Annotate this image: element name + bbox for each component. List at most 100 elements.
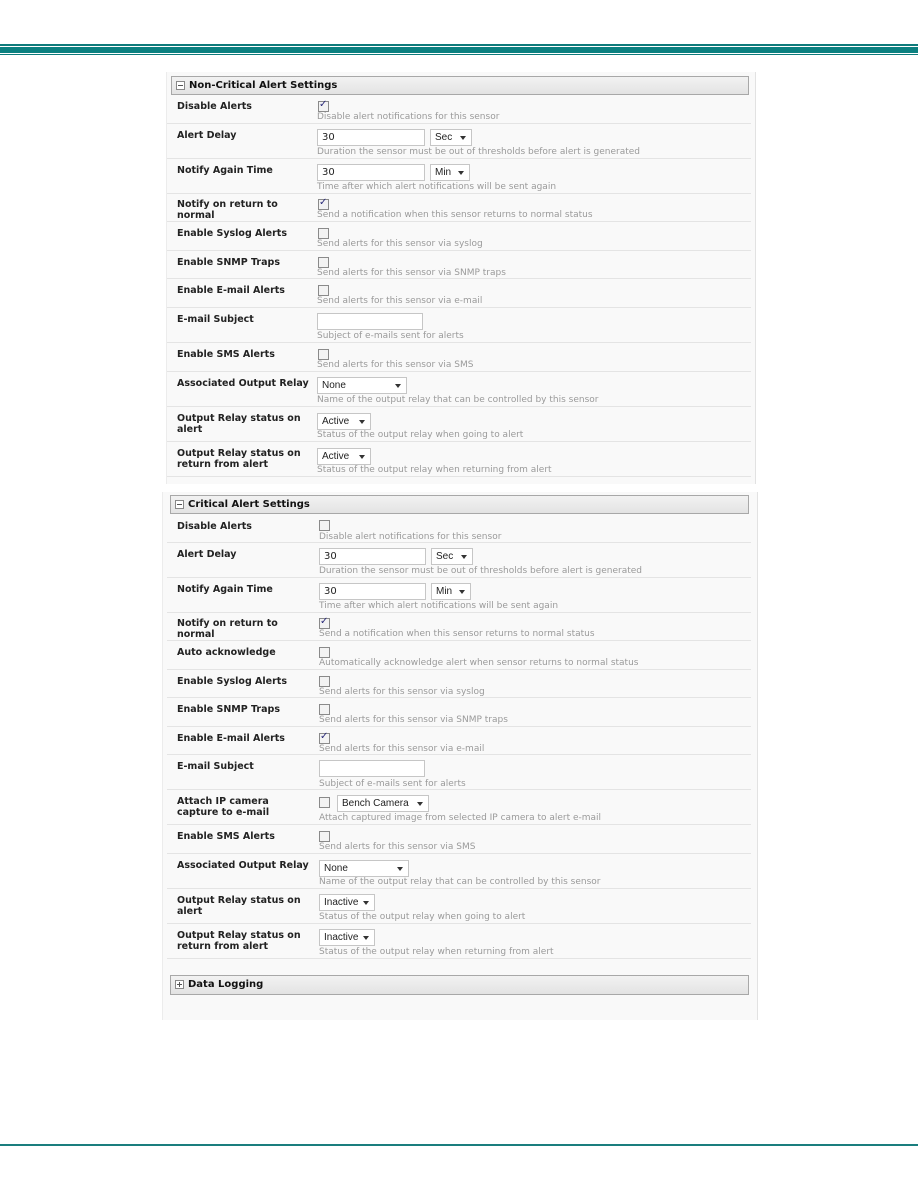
row-help: Send alerts for this sensor via SMS <box>317 360 474 370</box>
section-title: Data Logging <box>188 979 264 990</box>
select-value: None <box>324 863 348 874</box>
data-logging-section-header[interactable]: Data Logging <box>170 975 749 995</box>
email-subject-input[interactable] <box>317 313 423 330</box>
select-value: Active <box>322 451 350 462</box>
row-alert-delay: Alert Delay 30 Sec Duration the sensor m… <box>167 124 751 159</box>
notify-return-checkbox[interactable] <box>319 616 330 629</box>
notify-return-checkbox[interactable] <box>318 197 329 210</box>
output-relay-select[interactable]: None <box>317 377 407 394</box>
row-help: Send alerts for this sensor via SMS <box>319 842 476 852</box>
row-relay-on-return: Output Relay status on return from alert… <box>167 924 751 959</box>
chevron-down-icon <box>460 136 466 140</box>
notify-again-input[interactable]: 30 <box>319 583 426 600</box>
snmp-checkbox[interactable] <box>319 704 330 715</box>
row-label: Notify Again Time <box>177 165 273 176</box>
row-label: Associated Output Relay <box>177 860 309 871</box>
row-label: Notify Again Time <box>177 584 273 595</box>
row-help: Time after which alert notifications wil… <box>317 182 557 192</box>
row-help: Subject of e-mails sent for alerts <box>319 779 466 789</box>
noncritical-section-header[interactable]: Non-Critical Alert Settings <box>171 76 749 95</box>
row-output-relay: Associated Output Relay None Name of the… <box>167 372 751 407</box>
row-help: Disable alert notifications for this sen… <box>317 112 500 122</box>
camera-select[interactable]: Bench Camera <box>337 795 429 812</box>
row-help: Automatically acknowledge alert when sen… <box>319 658 639 668</box>
row-label: Enable E-mail Alerts <box>177 733 285 744</box>
email-subject-input[interactable] <box>319 760 425 777</box>
row-disable-alerts: Disable Alerts Disable alert notificatio… <box>167 95 751 124</box>
row-email-alerts: Enable E-mail Alerts Send alerts for thi… <box>167 279 751 308</box>
relay-on-return-select[interactable]: Active <box>317 448 371 465</box>
row-attach-camera: Attach IP camera capture to e-mail Bench… <box>167 790 751 825</box>
row-email-subject: E-mail Subject Subject of e-mails sent f… <box>167 755 751 790</box>
alert-delay-unit-select[interactable]: Sec <box>431 548 473 565</box>
chevron-down-icon <box>395 384 401 388</box>
row-notify-again: Notify Again Time 30 Min Time after whic… <box>167 578 751 613</box>
row-label: Output Relay status on alert <box>177 413 301 435</box>
select-value: Inactive <box>324 932 359 943</box>
row-help: Send alerts for this sensor via SNMP tra… <box>319 715 508 725</box>
row-label: Enable Syslog Alerts <box>177 228 287 239</box>
row-help: Duration the sensor must be out of thres… <box>319 566 643 576</box>
auto-acknowledge-checkbox[interactable] <box>319 647 330 658</box>
row-help: Name of the output relay that can be con… <box>319 877 601 887</box>
row-output-relay: Associated Output Relay None Name of the… <box>167 854 751 889</box>
row-snmp: Enable SNMP Traps Send alerts for this s… <box>167 251 751 279</box>
expand-icon[interactable] <box>175 980 184 989</box>
row-help: Send alerts for this sensor via e-mail <box>317 296 483 306</box>
relay-on-alert-select[interactable]: Inactive <box>319 894 375 911</box>
attach-camera-checkbox[interactable] <box>319 797 330 808</box>
header-rule <box>0 44 918 55</box>
row-label: Attach IP camera capture to e-mail <box>177 796 270 818</box>
row-label: Enable SNMP Traps <box>177 704 280 715</box>
noncritical-panel: Non-Critical Alert Settings Disable Aler… <box>166 72 756 484</box>
footer-rule <box>0 1144 918 1146</box>
notify-again-input[interactable]: 30 <box>317 164 425 181</box>
row-snmp: Enable SNMP Traps Send alerts for this s… <box>167 698 751 727</box>
row-label: Enable SNMP Traps <box>177 257 280 268</box>
row-label: Disable Alerts <box>177 521 252 532</box>
row-label: Enable Syslog Alerts <box>177 676 287 687</box>
row-email-subject: E-mail Subject Subject of e-mails sent f… <box>167 308 751 343</box>
row-label: E-mail Subject <box>177 314 254 325</box>
row-alert-delay: Alert Delay 30 Sec Duration the sensor m… <box>167 543 751 578</box>
alert-delay-unit-select[interactable]: Sec <box>430 129 472 146</box>
row-label: Output Relay status on return from alert <box>177 930 301 952</box>
row-relay-on-alert: Output Relay status on alert Active Stat… <box>167 407 751 442</box>
collapse-icon[interactable] <box>176 81 185 90</box>
row-label: Auto acknowledge <box>177 647 276 658</box>
notify-again-unit-select[interactable]: Min <box>431 583 471 600</box>
alert-delay-input[interactable]: 30 <box>319 548 426 565</box>
critical-panel: Critical Alert Settings Disable Alerts D… <box>162 492 758 1020</box>
section-title: Non-Critical Alert Settings <box>189 80 338 91</box>
row-label: Output Relay status on return from alert <box>177 448 301 470</box>
row-notify-return: Notify on return to normal Send a notifi… <box>167 194 751 222</box>
row-syslog: Enable Syslog Alerts Send alerts for thi… <box>167 222 751 251</box>
email-alerts-checkbox[interactable] <box>319 731 330 744</box>
disable-alerts-checkbox[interactable] <box>318 99 329 112</box>
row-label: Enable E-mail Alerts <box>177 285 285 296</box>
chevron-down-icon <box>458 171 464 175</box>
select-value: Sec <box>435 132 453 143</box>
select-value: Sec <box>436 551 454 562</box>
syslog-checkbox[interactable] <box>319 676 330 687</box>
sms-checkbox[interactable] <box>318 349 329 360</box>
output-relay-select[interactable]: None <box>319 860 409 877</box>
select-value: Bench Camera <box>342 798 409 809</box>
alert-delay-input[interactable]: 30 <box>317 129 425 146</box>
syslog-checkbox[interactable] <box>318 228 329 239</box>
row-label: Notify on return to normal <box>177 199 278 221</box>
relay-on-alert-select[interactable]: Active <box>317 413 371 430</box>
row-help: Status of the output relay when returnin… <box>319 947 554 957</box>
notify-again-unit-select[interactable]: Min <box>430 164 470 181</box>
email-alerts-checkbox[interactable] <box>318 285 329 296</box>
relay-on-return-select[interactable]: Inactive <box>319 929 375 946</box>
row-label: Enable SMS Alerts <box>177 831 275 842</box>
row-help: Send a notification when this sensor ret… <box>317 210 593 220</box>
row-relay-on-alert: Output Relay status on alert Inactive St… <box>167 889 751 924</box>
collapse-icon[interactable] <box>175 500 184 509</box>
critical-section-header[interactable]: Critical Alert Settings <box>170 495 749 514</box>
row-help: Disable alert notifications for this sen… <box>319 532 502 542</box>
disable-alerts-checkbox[interactable] <box>319 520 330 531</box>
snmp-checkbox[interactable] <box>318 257 329 268</box>
sms-checkbox[interactable] <box>319 831 330 842</box>
